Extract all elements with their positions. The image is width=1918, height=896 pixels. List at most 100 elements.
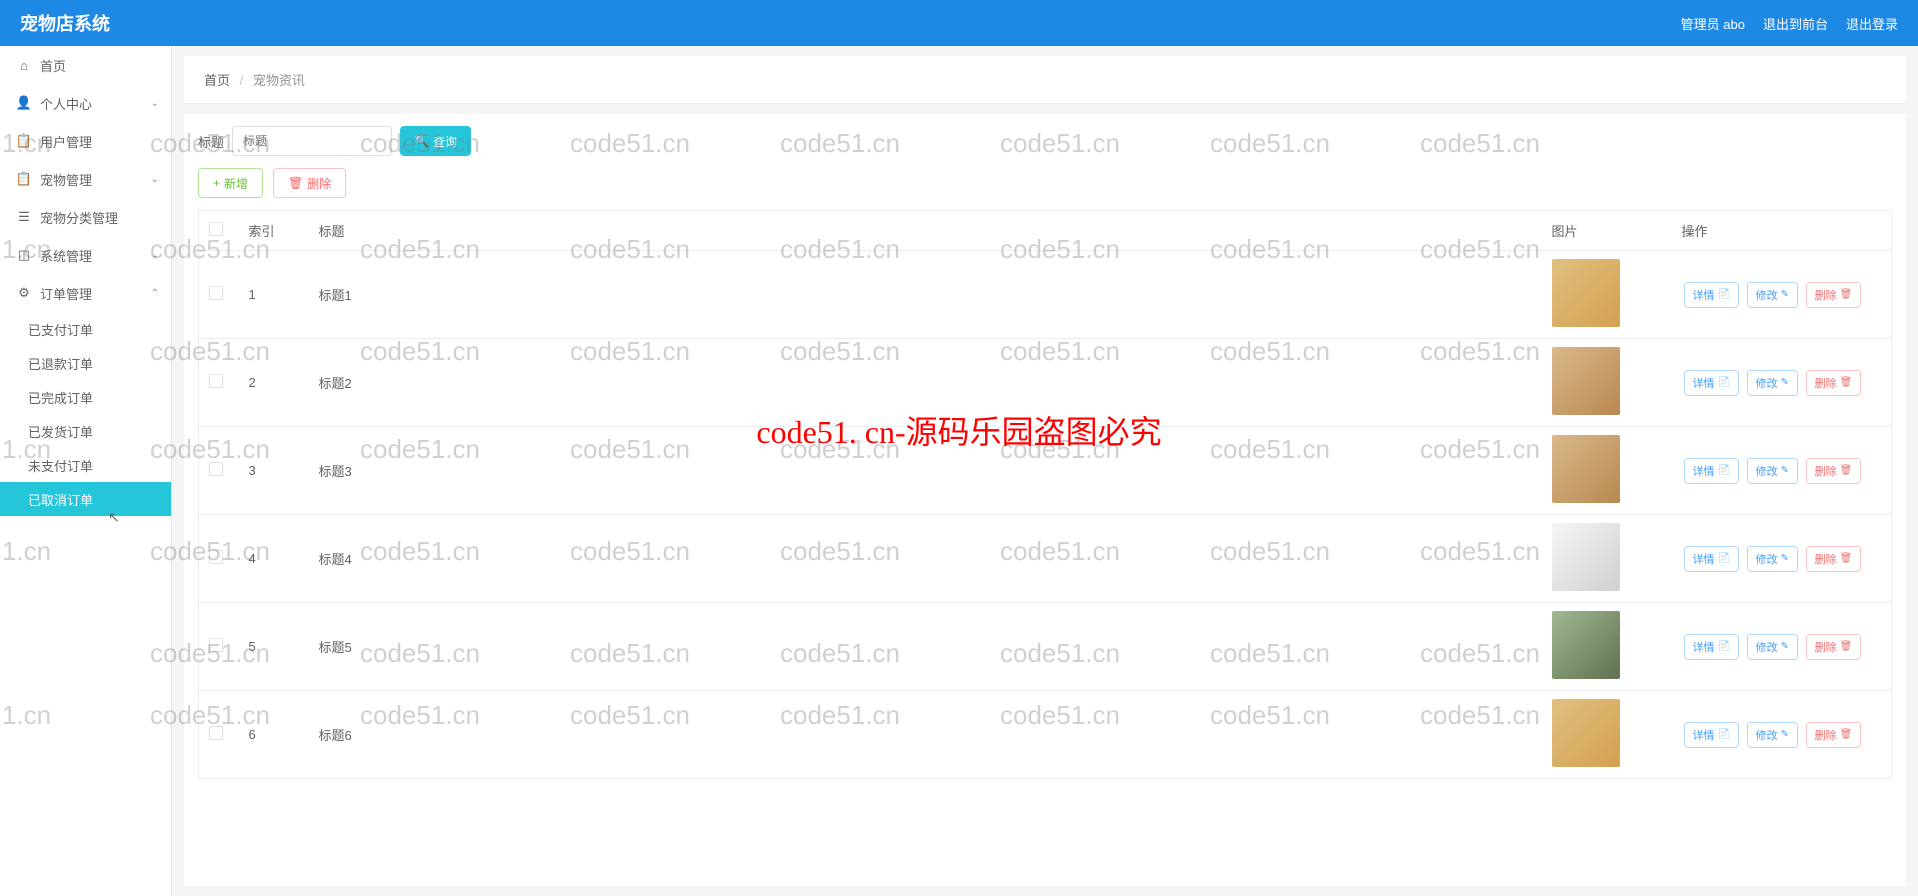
sidebar-subitem-completed[interactable]: 已完成订单 — [0, 380, 171, 414]
edit-button[interactable]: 修改 ✎ — [1747, 634, 1798, 660]
edit-button[interactable]: 修改 ✎ — [1747, 546, 1798, 572]
menu-icon: ☰ — [16, 209, 32, 225]
cell-image — [1542, 251, 1672, 339]
trash-icon: 🗑 — [1840, 289, 1853, 300]
search-button-label: 查询 — [433, 133, 457, 150]
sidebar-item-home[interactable]: ⌂ 首页 — [0, 46, 171, 84]
edit-icon: ✎ — [1781, 641, 1789, 652]
cell-image — [1542, 603, 1672, 691]
edit-icon: ✎ — [1781, 553, 1789, 564]
sidebar-subitem-unpaid[interactable]: 未支付订单 — [0, 448, 171, 482]
detail-icon: 📄 — [1718, 729, 1730, 740]
sidebar-item-pet-category[interactable]: ☰ 宠物分类管理 — [0, 198, 171, 236]
chevron-up-icon: ⌃ — [151, 288, 159, 299]
detail-button[interactable]: 详情 📄 — [1684, 722, 1739, 748]
edit-button[interactable]: 修改 ✎ — [1747, 370, 1798, 396]
edit-icon: ✎ — [1781, 729, 1789, 740]
chevron-down-icon: ⌄ — [151, 174, 159, 185]
row-delete-button[interactable]: 删除 🗑 — [1806, 370, 1862, 396]
sidebar-label: 个人中心 — [40, 94, 92, 113]
row-image — [1552, 259, 1620, 327]
row-checkbox[interactable] — [209, 550, 223, 564]
row-checkbox[interactable] — [209, 638, 223, 652]
cell-title: 标题3 — [309, 427, 1542, 515]
search-input[interactable] — [232, 126, 392, 156]
sidebar-item-pet-manage[interactable]: 📋 宠物管理 ⌄ — [0, 160, 171, 198]
action-row: + 新增 🗑 删除 — [198, 168, 1892, 198]
edit-icon: ✎ — [1781, 289, 1789, 300]
detail-button[interactable]: 详情 📄 — [1684, 458, 1739, 484]
sidebar-item-personal[interactable]: 👤 个人中心 ⌄ — [0, 84, 171, 122]
delete-button[interactable]: 🗑 删除 — [273, 168, 346, 198]
row-delete-button[interactable]: 删除 🗑 — [1806, 634, 1862, 660]
search-row: 标题 🔍 查询 — [198, 126, 1892, 156]
row-delete-button[interactable]: 删除 🗑 — [1806, 282, 1862, 308]
cell-actions: 详情 📄 修改 ✎ 删除 🗑 — [1672, 691, 1892, 779]
cell-actions: 详情 📄 修改 ✎ 删除 🗑 — [1672, 427, 1892, 515]
app-title: 宠物店系统 — [20, 10, 110, 36]
data-table: 索引 标题 图片 操作 1 标题1 详情 📄 修改 ✎ 删除 🗑 2 标题2 详… — [198, 210, 1892, 779]
chevron-down-icon: ⌄ — [151, 250, 159, 261]
content-panel: 标题 🔍 查询 + 新增 🗑 删除 — [184, 114, 1906, 886]
breadcrumb: 首页 / 宠物资讯 — [184, 56, 1906, 104]
row-delete-button[interactable]: 删除 🗑 — [1806, 722, 1862, 748]
edit-button[interactable]: 修改 ✎ — [1747, 722, 1798, 748]
row-image — [1552, 611, 1620, 679]
cell-image — [1542, 691, 1672, 779]
gear-icon: ⚙ — [16, 285, 32, 301]
sidebar-item-order-manage[interactable]: ⚙ 订单管理 ⌃ — [0, 274, 171, 312]
cell-index: 6 — [239, 691, 309, 779]
add-button[interactable]: + 新增 — [198, 168, 263, 198]
exit-to-front-link[interactable]: 退出到前台 — [1763, 14, 1828, 33]
cell-index: 2 — [239, 339, 309, 427]
breadcrumb-home[interactable]: 首页 — [204, 73, 230, 88]
cell-index: 4 — [239, 515, 309, 603]
search-button[interactable]: 🔍 查询 — [400, 126, 471, 156]
detail-icon: 📄 — [1718, 289, 1730, 300]
sidebar-item-system-manage[interactable]: ◫ 系统管理 ⌄ — [0, 236, 171, 274]
plus-icon: + — [213, 176, 220, 190]
row-checkbox[interactable] — [209, 462, 223, 476]
edit-button[interactable]: 修改 ✎ — [1747, 458, 1798, 484]
cell-image — [1542, 427, 1672, 515]
sidebar-subitem-refunded[interactable]: 已退款订单 — [0, 346, 171, 380]
header-user[interactable]: 管理员 abo — [1681, 14, 1745, 33]
cell-index: 1 — [239, 251, 309, 339]
sidebar-label: 宠物管理 — [40, 170, 92, 189]
user-icon: 👤 — [16, 95, 32, 111]
home-icon: ⌂ — [16, 58, 32, 73]
sidebar-subitem-cancelled[interactable]: 已取消订单 — [0, 482, 171, 516]
cell-image — [1542, 339, 1672, 427]
cell-index: 5 — [239, 603, 309, 691]
sidebar-subitem-shipped[interactable]: 已发货订单 — [0, 414, 171, 448]
table-row: 5 标题5 详情 📄 修改 ✎ 删除 🗑 — [199, 603, 1892, 691]
sidebar-subitem-paid[interactable]: 已支付订单 — [0, 312, 171, 346]
detail-button[interactable]: 详情 📄 — [1684, 634, 1739, 660]
detail-button[interactable]: 详情 📄 — [1684, 546, 1739, 572]
sidebar-label: 宠物分类管理 — [40, 208, 118, 227]
sidebar-label: 系统管理 — [40, 246, 92, 265]
sidebar-label: 订单管理 — [40, 284, 92, 303]
cell-actions: 详情 📄 修改 ✎ 删除 🗑 — [1672, 339, 1892, 427]
row-checkbox[interactable] — [209, 286, 223, 300]
trash-icon: 🗑 — [1840, 377, 1853, 388]
cell-title: 标题1 — [309, 251, 1542, 339]
sidebar-item-user-manage[interactable]: 📋 用户管理 — [0, 122, 171, 160]
header-right: 管理员 abo 退出到前台 退出登录 — [1681, 14, 1898, 33]
row-delete-button[interactable]: 删除 🗑 — [1806, 546, 1862, 572]
table-row: 6 标题6 详情 📄 修改 ✎ 删除 🗑 — [199, 691, 1892, 779]
cell-actions: 详情 📄 修改 ✎ 删除 🗑 — [1672, 515, 1892, 603]
app-header: 宠物店系统 管理员 abo 退出到前台 退出登录 — [0, 0, 1918, 46]
row-checkbox[interactable] — [209, 726, 223, 740]
header-index: 索引 — [239, 211, 309, 251]
row-checkbox[interactable] — [209, 374, 223, 388]
row-delete-button[interactable]: 删除 🗑 — [1806, 458, 1862, 484]
cell-title: 标题2 — [309, 339, 1542, 427]
cell-actions: 详情 📄 修改 ✎ 删除 🗑 — [1672, 603, 1892, 691]
detail-button[interactable]: 详情 📄 — [1684, 282, 1739, 308]
sidebar: ⌂ 首页 👤 个人中心 ⌄ 📋 用户管理 📋 宠物管理 ⌄ ☰ 宠物分类管理 ◫… — [0, 46, 172, 896]
detail-button[interactable]: 详情 📄 — [1684, 370, 1739, 396]
checkbox-all[interactable] — [209, 222, 223, 236]
logout-link[interactable]: 退出登录 — [1846, 14, 1898, 33]
edit-button[interactable]: 修改 ✎ — [1747, 282, 1798, 308]
